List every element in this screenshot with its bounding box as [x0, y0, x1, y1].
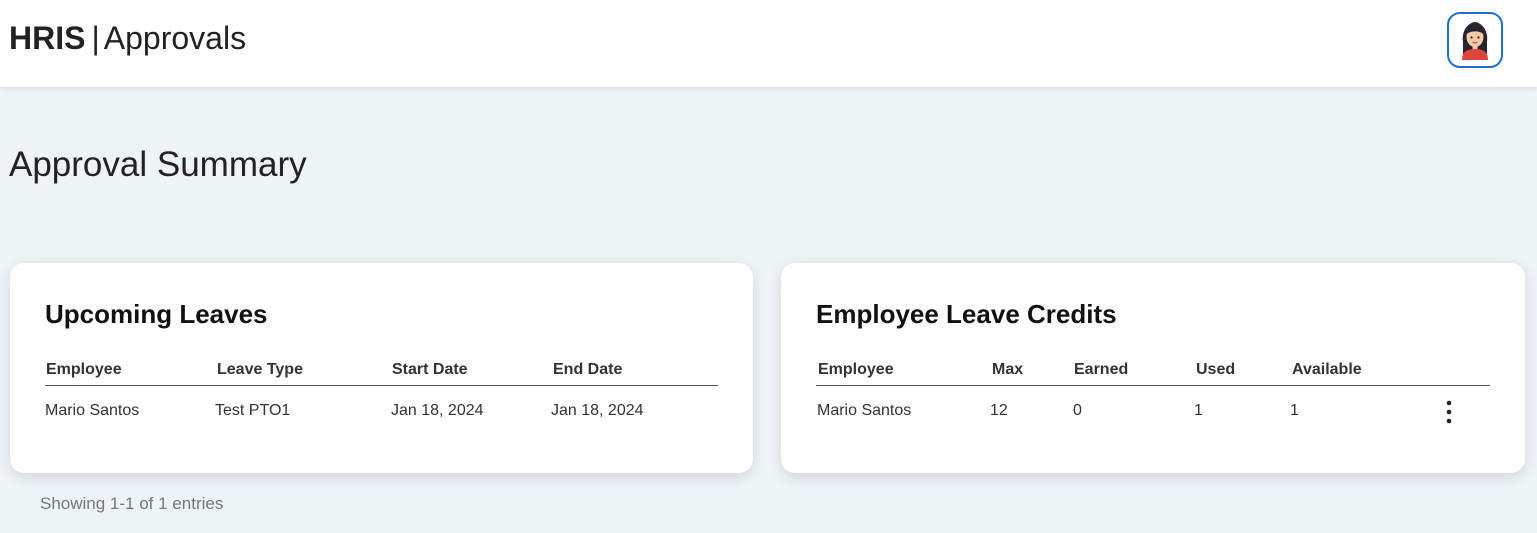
column-header-max: Max [992, 361, 1024, 378]
page-title: Approval Summary [9, 145, 307, 184]
table-divider [45, 385, 718, 386]
cell-available: 1 [1290, 402, 1299, 419]
cell-earned: 0 [1073, 402, 1082, 419]
column-header-employee: Employee [46, 361, 122, 378]
user-avatar-button[interactable] [1447, 12, 1503, 68]
column-header-available: Available [1292, 361, 1362, 378]
cell-employee: Mario Santos [45, 402, 140, 419]
column-header-used: Used [1196, 361, 1236, 378]
cell-employee: Mario Santos [817, 402, 912, 419]
column-header-employee: Employee [818, 361, 894, 378]
column-header-leave-type: Leave Type [217, 361, 303, 378]
table-divider [816, 385, 1490, 386]
top-bar: HRIS | Approvals [0, 0, 1537, 87]
app-brand: HRIS | Approvals [9, 20, 246, 57]
employee-leave-credits-card: Employee Leave Credits Employee Max Earn… [781, 263, 1525, 473]
cell-end-date: Jan 18, 2024 [551, 402, 644, 419]
upcoming-leaves-card: Upcoming Leaves Employee Leave Type Star… [10, 263, 753, 473]
more-vertical-icon [1446, 400, 1452, 424]
pagination-summary: Showing 1-1 of 1 entries [40, 494, 224, 513]
cell-start-date: Jan 18, 2024 [391, 402, 484, 419]
brand-name: HRIS [9, 20, 86, 56]
column-header-earned: Earned [1074, 361, 1129, 378]
column-header-start-date: Start Date [392, 361, 468, 378]
cell-max: 12 [990, 402, 1008, 419]
row-actions-button[interactable] [1441, 399, 1457, 425]
card-title: Employee Leave Credits [816, 299, 1117, 329]
cell-used: 1 [1194, 402, 1203, 419]
cell-leave-type: Test PTO1 [215, 402, 291, 419]
column-header-end-date: End Date [553, 361, 623, 378]
brand-separator: | [91, 20, 100, 56]
brand-section: Approvals [103, 20, 247, 56]
card-title: Upcoming Leaves [45, 299, 268, 329]
user-avatar-icon [1462, 22, 1488, 60]
